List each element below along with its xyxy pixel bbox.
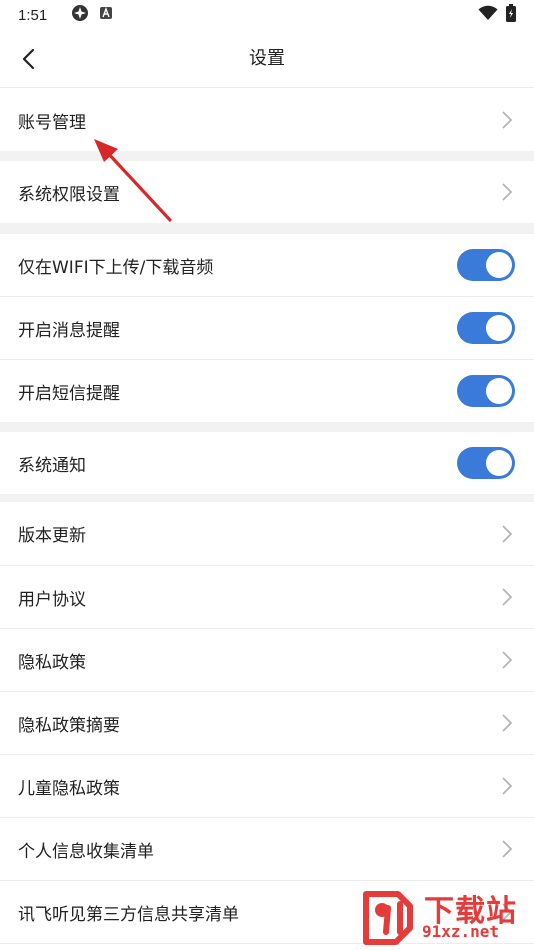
settings-row-version-update[interactable]: 版本更新 (0, 502, 534, 565)
app-notification-icon (99, 6, 113, 24)
chevron-right-icon (502, 651, 513, 669)
settings-row-user-agreement[interactable]: 用户协议 (0, 566, 534, 628)
page-title: 设置 (249, 48, 285, 69)
settings-row-message-reminder: 开启消息提醒 (0, 297, 534, 359)
nav-bar: 设置 (0, 30, 534, 88)
settings-row-child-privacy[interactable]: 儿童隐私政策 (0, 755, 534, 817)
row-label: 仅在WIFI下上传/下载音频 (18, 257, 214, 278)
chevron-right-icon (502, 714, 513, 732)
chevron-right-icon (502, 111, 513, 129)
row-label: 隐私政策摘要 (18, 715, 120, 736)
settings-row-privacy-summary[interactable]: 隐私政策摘要 (0, 692, 534, 754)
message-reminder-toggle[interactable] (457, 312, 515, 344)
91-logo-icon (363, 891, 413, 945)
row-label: 讯飞听见第三方信息共享清单 (18, 904, 239, 925)
status-left: 1:51 (18, 4, 113, 26)
chevron-right-icon (502, 840, 513, 858)
row-label: 儿童隐私政策 (18, 778, 120, 799)
section-gap (0, 151, 534, 161)
settings-row-system-notification: 系统通知 (0, 432, 534, 494)
section-gap (0, 223, 534, 234)
chevron-right-icon (502, 777, 513, 795)
chevron-right-icon (502, 588, 513, 606)
status-right (478, 4, 516, 26)
settings-row-system-permissions[interactable]: 系统权限设置 (0, 161, 534, 223)
wifi-icon (478, 5, 498, 25)
watermark: 下载站 91xz.net (358, 886, 528, 948)
row-label: 开启消息提醒 (18, 320, 120, 341)
system-notification-toggle[interactable] (457, 447, 515, 479)
wifi-only-toggle[interactable] (457, 249, 515, 281)
status-time: 1:51 (18, 6, 48, 24)
row-label: 开启短信提醒 (18, 383, 120, 404)
settings-row-sms-reminder: 开启短信提醒 (0, 360, 534, 422)
row-label: 个人信息收集清单 (18, 841, 154, 862)
row-label: 系统通知 (18, 455, 86, 476)
row-label: 版本更新 (18, 526, 86, 546)
watermark-text-en: 91xz.net (422, 922, 500, 941)
status-bar: 1:51 (0, 0, 534, 30)
section-gap (0, 494, 534, 502)
chevron-right-icon (502, 183, 513, 201)
settings-row-personal-info-list[interactable]: 个人信息收集清单 (0, 818, 534, 880)
chevron-right-icon (502, 524, 513, 543)
row-label: 用户协议 (18, 589, 86, 610)
settings-row-privacy-policy[interactable]: 隐私政策 (0, 629, 534, 691)
settings-row-account[interactable]: 账号管理 (0, 89, 534, 151)
row-label: 隐私政策 (18, 652, 86, 673)
toggle-knob (486, 450, 512, 476)
battery-icon (506, 4, 516, 26)
sms-reminder-toggle[interactable] (457, 375, 515, 407)
row-label: 账号管理 (18, 112, 86, 133)
toggle-knob (486, 252, 512, 278)
toggle-knob (486, 378, 512, 404)
settings-row-wifi-only: 仅在WIFI下上传/下载音频 (0, 234, 534, 296)
section-gap (0, 422, 534, 432)
toggle-knob (486, 315, 512, 341)
vpn-icon (71, 4, 89, 26)
row-label: 系统权限设置 (18, 184, 120, 205)
